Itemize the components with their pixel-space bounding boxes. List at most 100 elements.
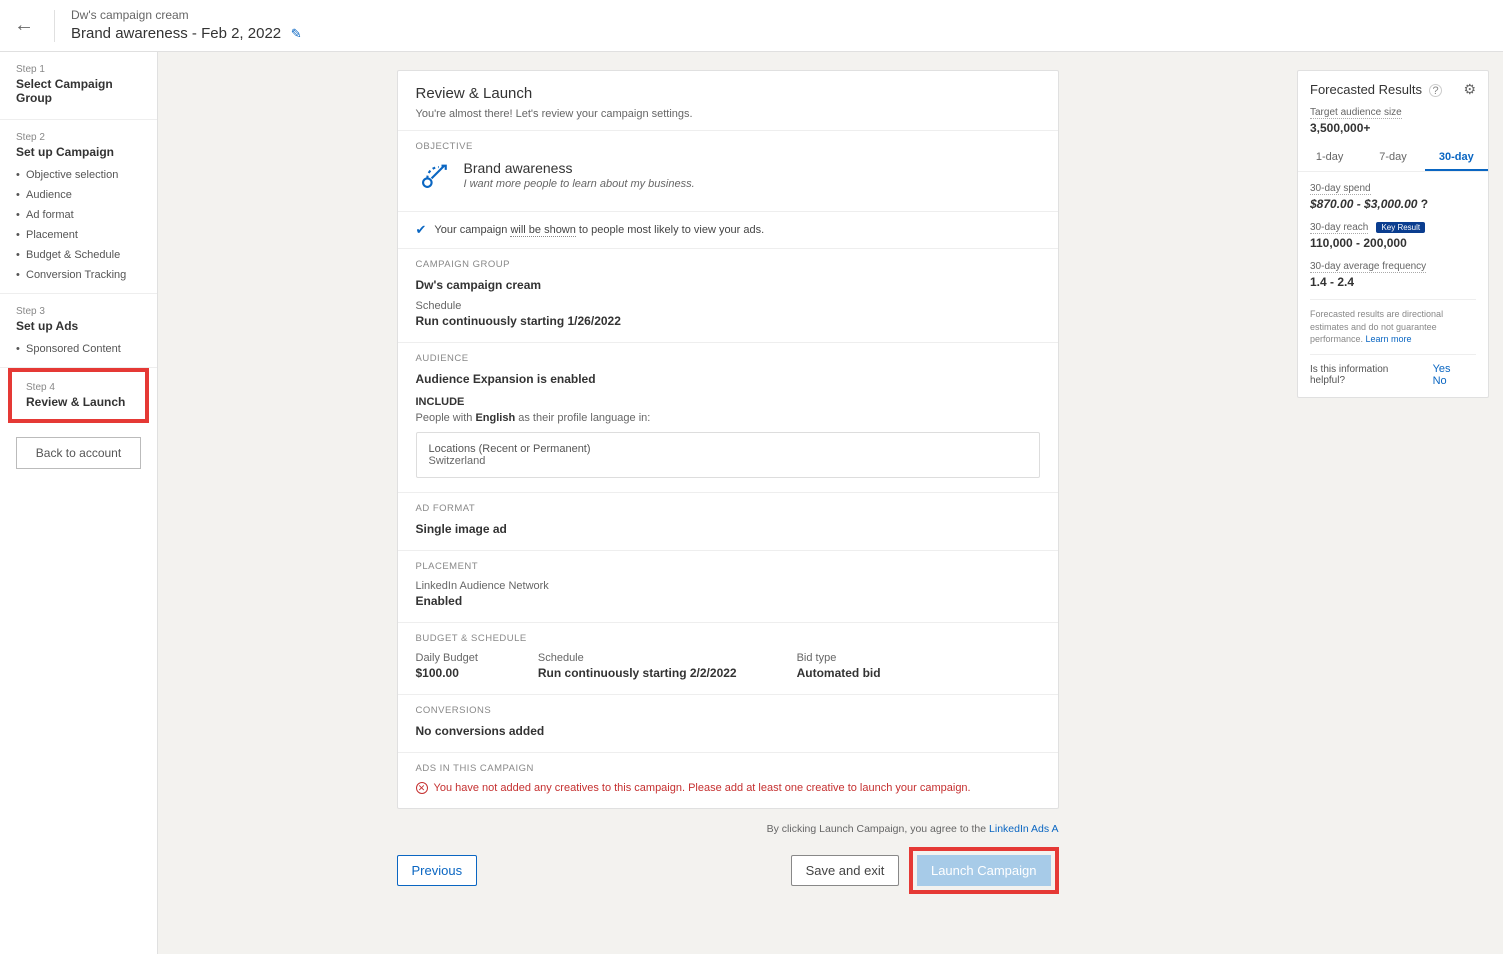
- step1-block[interactable]: Step 1 Select Campaign Group: [0, 52, 157, 120]
- review-intro: You're almost there! Let's review your c…: [416, 108, 1040, 120]
- forecast-tabs: 1-day 7-day 30-day: [1298, 145, 1488, 172]
- sidebar-item-objective[interactable]: Objective selection: [16, 165, 141, 185]
- placement-status: Enabled: [416, 594, 1040, 608]
- helpful-text: Is this information helpful?: [1310, 364, 1423, 386]
- ads-agreement-link[interactable]: LinkedIn Ads A: [989, 823, 1058, 835]
- step2-block[interactable]: Step 2 Set up Campaign Objective selecti…: [0, 120, 157, 294]
- learn-more-link[interactable]: Learn more: [1366, 334, 1412, 344]
- placement-network: LinkedIn Audience Network: [416, 580, 1040, 592]
- section-label: CONVERSIONS: [416, 705, 1040, 716]
- step-num: Step 2: [16, 132, 141, 143]
- sidebar-item-sponsored[interactable]: Sponsored Content: [16, 339, 141, 359]
- footer-area: By clicking Launch Campaign, you agree t…: [397, 817, 1059, 894]
- conversions-section: CONVERSIONS No conversions added: [398, 694, 1058, 752]
- sidebar-item-budget[interactable]: Budget & Schedule: [16, 245, 141, 265]
- daily-budget-value: $100.00: [416, 666, 478, 680]
- section-label: ADS IN THIS CAMPAIGN: [416, 763, 1040, 774]
- help-icon[interactable]: ?: [1421, 197, 1428, 211]
- error-message: ✕ You have not added any creatives to th…: [416, 782, 1040, 794]
- tab-1day[interactable]: 1-day: [1298, 145, 1361, 171]
- sidebar-item-adformat[interactable]: Ad format: [16, 205, 141, 225]
- review-title: Review & Launch: [416, 85, 1040, 102]
- schedule-value: Run continuously starting 1/26/2022: [416, 314, 1040, 328]
- location-box: Locations (Recent or Permanent) Switzerl…: [416, 432, 1040, 478]
- helpful-yes[interactable]: Yes: [1433, 363, 1451, 375]
- step-title: Set up Ads: [16, 319, 141, 333]
- audience-section: AUDIENCE Audience Expansion is enabled I…: [398, 342, 1058, 492]
- forecast-disclaimer: Forecasted results are directional estim…: [1310, 299, 1476, 346]
- step-num: Step 4: [26, 382, 131, 393]
- section-label: CAMPAIGN GROUP: [416, 259, 1040, 270]
- section-label: OBJECTIVE: [416, 141, 1040, 152]
- edit-pencil-icon[interactable]: ✎: [291, 26, 302, 41]
- forecast-title: Forecasted Results: [1310, 82, 1422, 97]
- sidebar-item-audience[interactable]: Audience: [16, 185, 141, 205]
- include-label: INCLUDE: [416, 396, 1040, 408]
- info-strip: ✔ Your campaign will be shown to people …: [398, 211, 1058, 248]
- top-bar: ← Dw's campaign cream Brand awareness - …: [0, 0, 1503, 52]
- reach-value: 110,000 - 200,000: [1310, 236, 1476, 250]
- header-titles: Dw's campaign cream Brand awareness - Fe…: [71, 8, 302, 43]
- satellite-icon: [416, 160, 450, 197]
- conversions-value: No conversions added: [416, 724, 1040, 738]
- location-label: Locations (Recent or Permanent): [429, 443, 1027, 455]
- step-title: Select Campaign Group: [16, 77, 141, 105]
- sidebar-item-conversion[interactable]: Conversion Tracking: [16, 265, 141, 285]
- section-label: PLACEMENT: [416, 561, 1040, 572]
- section-label: AUDIENCE: [416, 353, 1040, 364]
- check-circle-icon: ✔: [416, 222, 427, 238]
- target-value: 3,500,000+: [1310, 121, 1476, 135]
- campaign-group-section: CAMPAIGN GROUP Dw's campaign cream Sched…: [398, 248, 1058, 342]
- sidebar: Step 1 Select Campaign Group Step 2 Set …: [0, 52, 158, 954]
- spend-value: $870.00 - $3,000.00 ?: [1310, 197, 1476, 211]
- info-text: Your campaign will be shown to people mo…: [434, 224, 764, 236]
- help-icon[interactable]: ?: [1429, 84, 1442, 97]
- bid-value: Automated bid: [797, 666, 881, 680]
- sidebar-item-placement[interactable]: Placement: [16, 225, 141, 245]
- helpful-row: Is this information helpful? Yes No: [1310, 354, 1476, 387]
- tab-7day[interactable]: 7-day: [1361, 145, 1424, 171]
- helpful-no[interactable]: No: [1433, 375, 1447, 387]
- adformat-value: Single image ad: [416, 522, 1040, 536]
- step-num: Step 1: [16, 64, 141, 75]
- step4-highlight: Step 4 Review & Launch: [8, 368, 149, 423]
- schedule-value: Run continuously starting 2/2/2022: [538, 666, 737, 680]
- launch-highlight: Launch Campaign: [909, 847, 1059, 894]
- ads-section: ADS IN THIS CAMPAIGN ✕ You have not adde…: [398, 752, 1058, 808]
- placement-section: PLACEMENT LinkedIn Audience Network Enab…: [398, 550, 1058, 622]
- schedule-label: Schedule: [416, 300, 1040, 312]
- previous-button[interactable]: Previous: [397, 855, 478, 886]
- campaign-name: Brand awareness - Feb 2, 2022: [71, 25, 281, 42]
- freq-label: 30-day average frequency: [1310, 261, 1426, 273]
- objective-desc: I want more people to learn about my bus…: [464, 178, 695, 190]
- error-x-icon: ✕: [416, 782, 428, 794]
- review-card: Review & Launch You're almost there! Let…: [397, 70, 1059, 809]
- adformat-section: AD FORMAT Single image ad: [398, 492, 1058, 550]
- step3-block[interactable]: Step 3 Set up Ads Sponsored Content: [0, 294, 157, 368]
- back-arrow-icon[interactable]: ←: [14, 14, 34, 37]
- reach-label: 30-day reach: [1310, 222, 1368, 234]
- freq-value: 1.4 - 2.4: [1310, 275, 1476, 289]
- spend-label: 30-day spend: [1310, 183, 1371, 195]
- gear-icon[interactable]: ⚙: [1463, 81, 1476, 98]
- forecast-panel: Forecasted Results ? ⚙ Target audience s…: [1297, 70, 1489, 398]
- divider: [54, 10, 55, 42]
- step-title: Set up Campaign: [16, 145, 141, 159]
- objective-name: Brand awareness: [464, 160, 695, 176]
- daily-budget-label: Daily Budget: [416, 652, 478, 664]
- launch-campaign-button[interactable]: Launch Campaign: [917, 855, 1051, 886]
- save-exit-button[interactable]: Save and exit: [791, 855, 900, 886]
- objective-section: OBJECTIVE Brand awareness I want more pe…: [398, 130, 1058, 211]
- agree-text: By clicking Launch Campaign, you agree t…: [397, 817, 1059, 841]
- campaign-group-name: Dw's campaign cream: [71, 8, 302, 24]
- step-title: Review & Launch: [26, 395, 131, 409]
- step-num: Step 3: [16, 306, 141, 317]
- tab-30day[interactable]: 30-day: [1425, 145, 1488, 171]
- bid-label: Bid type: [797, 652, 881, 664]
- audience-expansion: Audience Expansion is enabled: [416, 372, 1040, 386]
- section-label: BUDGET & SCHEDULE: [416, 633, 1040, 644]
- section-label: AD FORMAT: [416, 503, 1040, 514]
- back-to-account-button[interactable]: Back to account: [16, 437, 141, 469]
- key-result-badge: Key Result: [1376, 222, 1425, 233]
- target-label: Target audience size: [1310, 107, 1402, 119]
